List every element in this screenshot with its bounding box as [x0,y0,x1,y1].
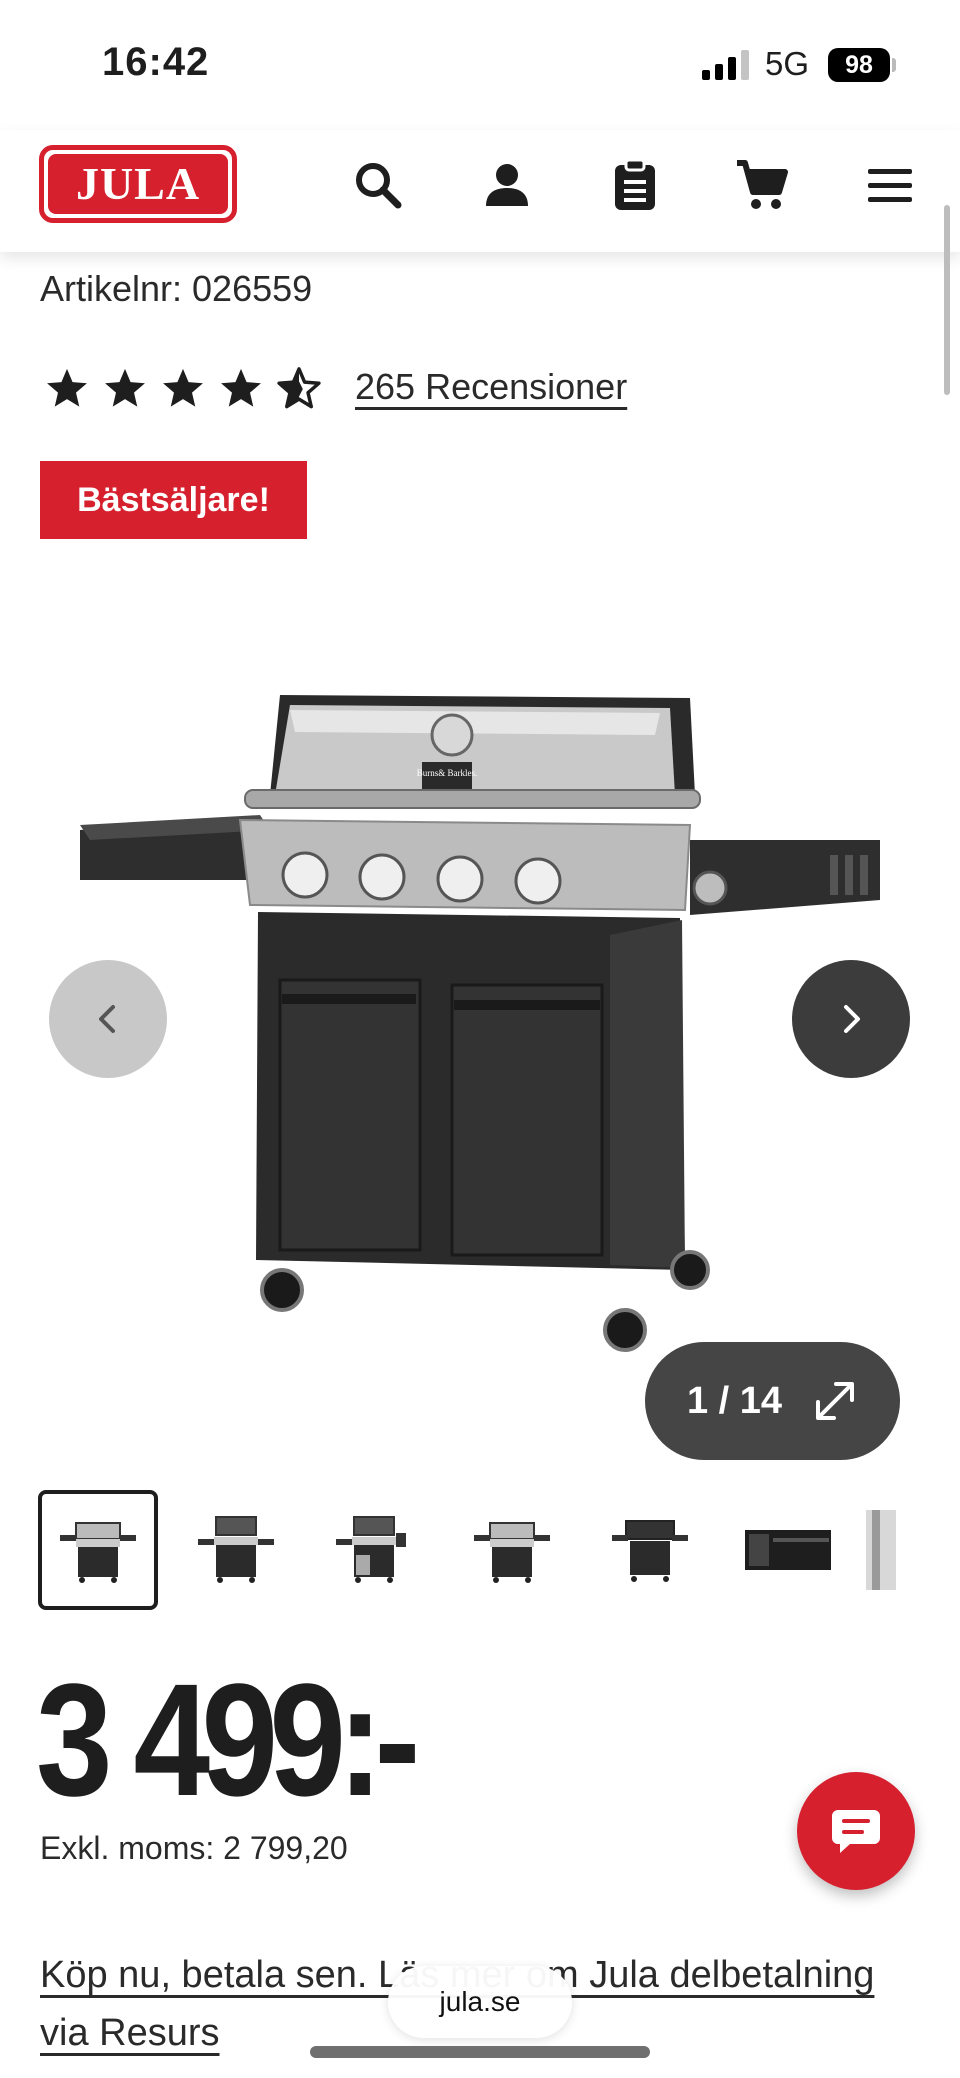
page-scrollbar[interactable] [944,205,950,395]
home-indicator [310,2046,650,2058]
network-type: 5G [765,45,810,82]
thumbnail[interactable] [866,1490,908,1610]
battery-icon: 98 [828,48,890,82]
jula-logo[interactable]: JULA [39,145,237,223]
thumbnail-strip [38,1490,908,1612]
chat-icon [832,1810,880,1853]
signal-icon [702,50,749,80]
chevron-right-icon [844,1005,860,1033]
star-icon [47,368,87,407]
bestseller-badge: Bästsäljare! [40,461,307,539]
star-icon [221,368,261,407]
cart-icon[interactable] [732,155,792,215]
brand-plate: Burns& Barkles. [417,768,478,778]
product-price: 3 499:- [36,1650,420,1829]
rating-stars [44,366,322,416]
thumbnail[interactable] [314,1490,434,1610]
browser-url-bar[interactable]: jula.se [388,1966,572,2038]
list-icon[interactable] [605,155,665,215]
gallery-counter: 1 / 14 [686,1379,783,1422]
star-icon [105,368,145,407]
price-ex-vat: Exkl. moms: 2 799,20 [40,1830,348,1866]
thumbnail[interactable] [728,1490,848,1610]
account-icon[interactable] [477,155,537,215]
chat-button[interactable] [797,1772,915,1890]
logo-text: JULA [48,154,228,214]
site-header: JULA [0,130,960,252]
menu-icon[interactable] [860,155,920,215]
status-time: 16:42 [102,40,210,84]
expand-icon [816,1382,855,1420]
thumbnail[interactable] [38,1490,158,1610]
gallery-next-button[interactable] [792,960,910,1078]
chevron-left-icon [99,1005,115,1033]
thumbnail[interactable] [590,1490,710,1610]
article-number: Artikelnr: 026559 [40,268,313,309]
product-image[interactable]: Burns& Barkles. [70,680,890,1360]
thumbnail[interactable] [452,1490,572,1610]
star-icon [163,368,203,407]
battery-tip [892,58,896,72]
reviews-link[interactable]: 265 Recensioner [355,366,627,408]
thumbnail[interactable] [176,1490,296,1610]
gallery-fullscreen-button[interactable]: 1 / 14 [645,1342,900,1460]
status-bar: 16:42 5G 98 [0,0,960,130]
gallery-prev-button[interactable] [49,960,167,1078]
search-icon[interactable] [348,155,408,215]
half-star-icon [277,367,321,409]
